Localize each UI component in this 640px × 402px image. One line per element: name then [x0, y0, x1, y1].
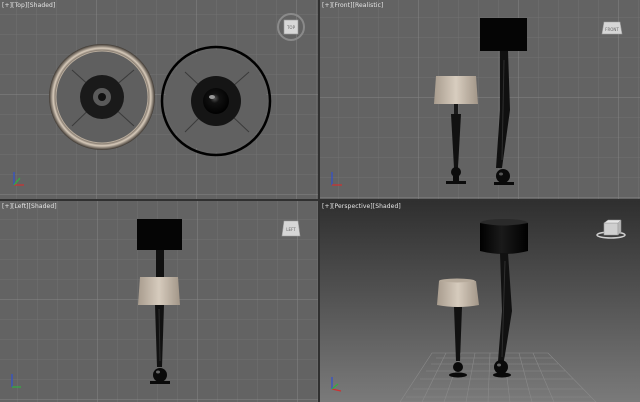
viewport-view-label[interactable]: [Perspective]: [332, 203, 373, 210]
viewport-label: [+][Top][Shaded]: [2, 2, 55, 9]
viewport-menu-plus[interactable]: [+]: [322, 203, 332, 210]
viewport-menu-plus[interactable]: [+]: [2, 203, 12, 210]
viewport-label: [+][Left][Shaded]: [2, 203, 57, 210]
perspective-view-canvas[interactable]: [320, 201, 640, 402]
front-view-canvas[interactable]: FRONT: [320, 0, 640, 199]
table-lamp-top[interactable]: [49, 44, 155, 150]
floor-lamp-top[interactable]: [160, 45, 272, 157]
viewcube-face-label: FRONT: [605, 27, 619, 32]
viewport-shading-label[interactable]: [Shaded]: [373, 203, 401, 210]
viewport-layout: TOP [+][Top][Shaded] FRONT [+][Front][Re…: [0, 0, 640, 402]
viewport-shading-label[interactable]: [Shaded]: [29, 203, 57, 210]
top-view-canvas[interactable]: TOP: [0, 0, 318, 199]
viewport-shading-label[interactable]: [Realistic]: [353, 2, 384, 9]
perspective-viewport[interactable]: [+][Perspective][Shaded]: [320, 201, 640, 402]
left-view-canvas[interactable]: LEFT: [0, 201, 318, 402]
front-viewport[interactable]: FRONT [+][Front][Realistic]: [320, 0, 640, 199]
viewport-label: [+][Perspective][Shaded]: [322, 203, 401, 210]
viewport-menu-plus[interactable]: [+]: [2, 2, 12, 9]
viewport-view-label[interactable]: [Front]: [332, 2, 353, 9]
viewport-view-label[interactable]: [Left]: [12, 203, 29, 210]
viewcube-face-label: LEFT: [286, 227, 296, 232]
viewport-view-label[interactable]: [Top]: [12, 2, 27, 9]
viewcube-icon[interactable]: FRONT: [601, 21, 623, 35]
viewport-menu-plus[interactable]: [+]: [322, 2, 332, 9]
viewport-label: [+][Front][Realistic]: [322, 2, 383, 9]
viewcube-icon[interactable]: LEFT: [281, 220, 301, 237]
viewcube-face-label: TOP: [286, 25, 296, 30]
viewport-shading-label[interactable]: [Shaded]: [27, 2, 55, 9]
left-viewport[interactable]: LEFT [+][Left][Shaded]: [0, 201, 318, 402]
top-viewport[interactable]: TOP [+][Top][Shaded]: [0, 0, 318, 199]
